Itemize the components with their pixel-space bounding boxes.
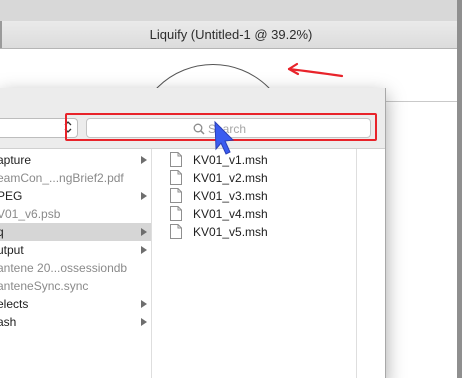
annotation-layer	[214, 62, 344, 155]
annotation-red-arrow	[287, 62, 344, 78]
screen: Liquify (Untitled-1 @ 39.2%) Search aptu…	[0, 0, 462, 378]
mouse-pointer-icon	[214, 120, 235, 155]
